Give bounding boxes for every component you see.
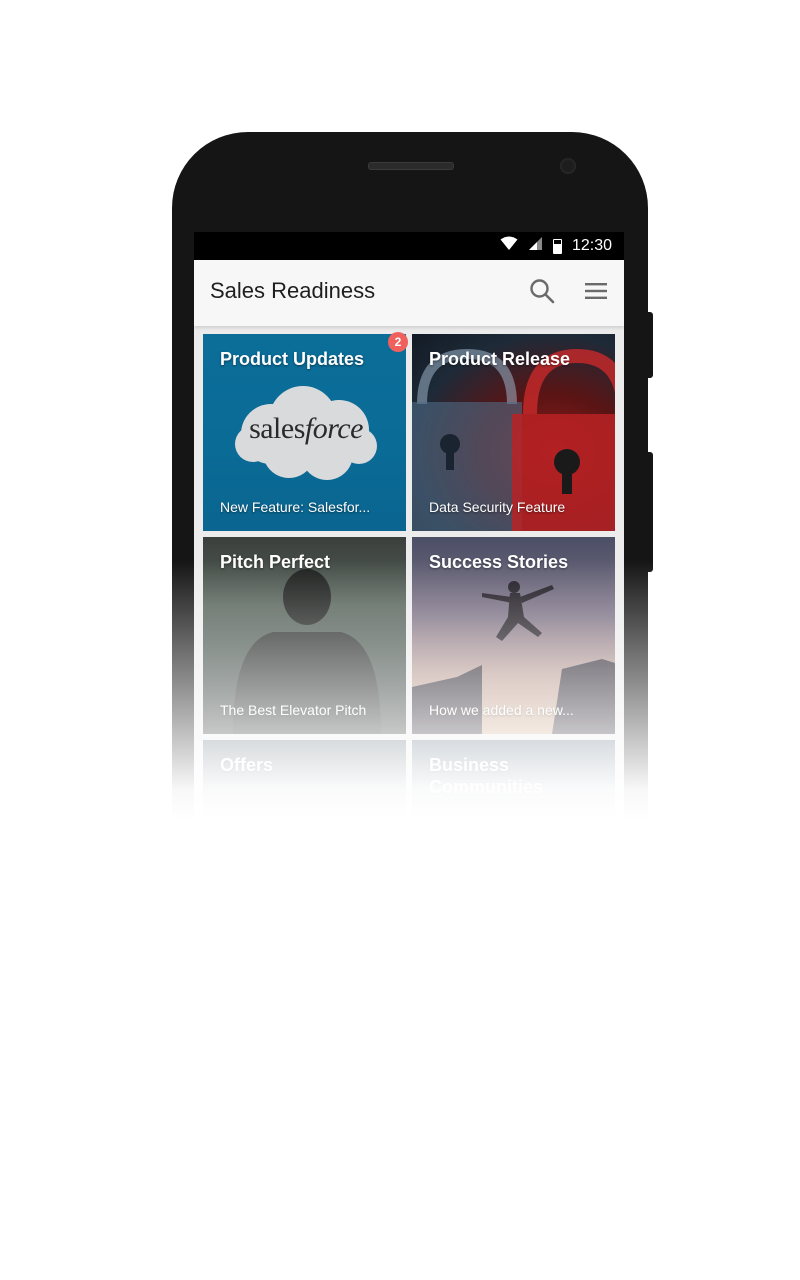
tile-subtitle: New Feature: Salesfor... — [220, 499, 371, 515]
signal-icon — [528, 236, 543, 256]
tile-title: Offers — [220, 755, 274, 775]
power-button — [647, 452, 653, 572]
tile-subtitle: Data Security Feature — [429, 499, 566, 515]
status-bar: 12:30 — [194, 232, 624, 260]
tile-title: Business Communities — [429, 755, 544, 797]
menu-icon — [585, 283, 607, 299]
app-title: Sales Readiness — [210, 278, 376, 303]
tile-product-release[interactable]: Product Release Data Security Feature — [412, 334, 615, 531]
wifi-icon — [500, 236, 518, 256]
tile-title: Success Stories — [429, 552, 569, 572]
status-time: 12:30 — [571, 237, 612, 254]
tile-pitch-perfect[interactable]: Pitch Perfect The Best Elevator Pitch — [203, 537, 406, 734]
app-actions — [528, 277, 610, 305]
salesforce-wordmark: salesforce — [249, 412, 363, 445]
battery-icon — [552, 238, 562, 254]
app-bar: Sales Readiness — [194, 260, 624, 326]
speaker-grille — [368, 162, 454, 170]
notification-badge: 2 — [388, 332, 408, 352]
status-icons: 12:30 — [500, 232, 612, 260]
bottom-white-area — [0, 818, 800, 1280]
volume-button — [647, 312, 653, 378]
tile-title: Pitch Perfect — [220, 552, 331, 572]
tile-success-stories[interactable]: Success Stories How we added a new... — [412, 537, 615, 734]
tile-title: Product Updates — [220, 349, 365, 369]
front-camera — [560, 158, 576, 174]
tile-subtitle: How we added a new... — [429, 702, 574, 718]
search-button[interactable] — [528, 277, 556, 305]
salesforce-logo: salesforce — [231, 382, 381, 486]
tile-subtitle: The Best Elevator Pitch — [220, 702, 367, 718]
menu-button[interactable] — [582, 277, 610, 305]
tile-title: Product Release — [429, 349, 571, 369]
tile-product-updates[interactable]: salesforce Product Updates New Feature: … — [203, 334, 406, 531]
search-icon — [530, 279, 555, 304]
stage: 12:30 Sales Readiness salesforce Product… — [0, 0, 800, 1280]
